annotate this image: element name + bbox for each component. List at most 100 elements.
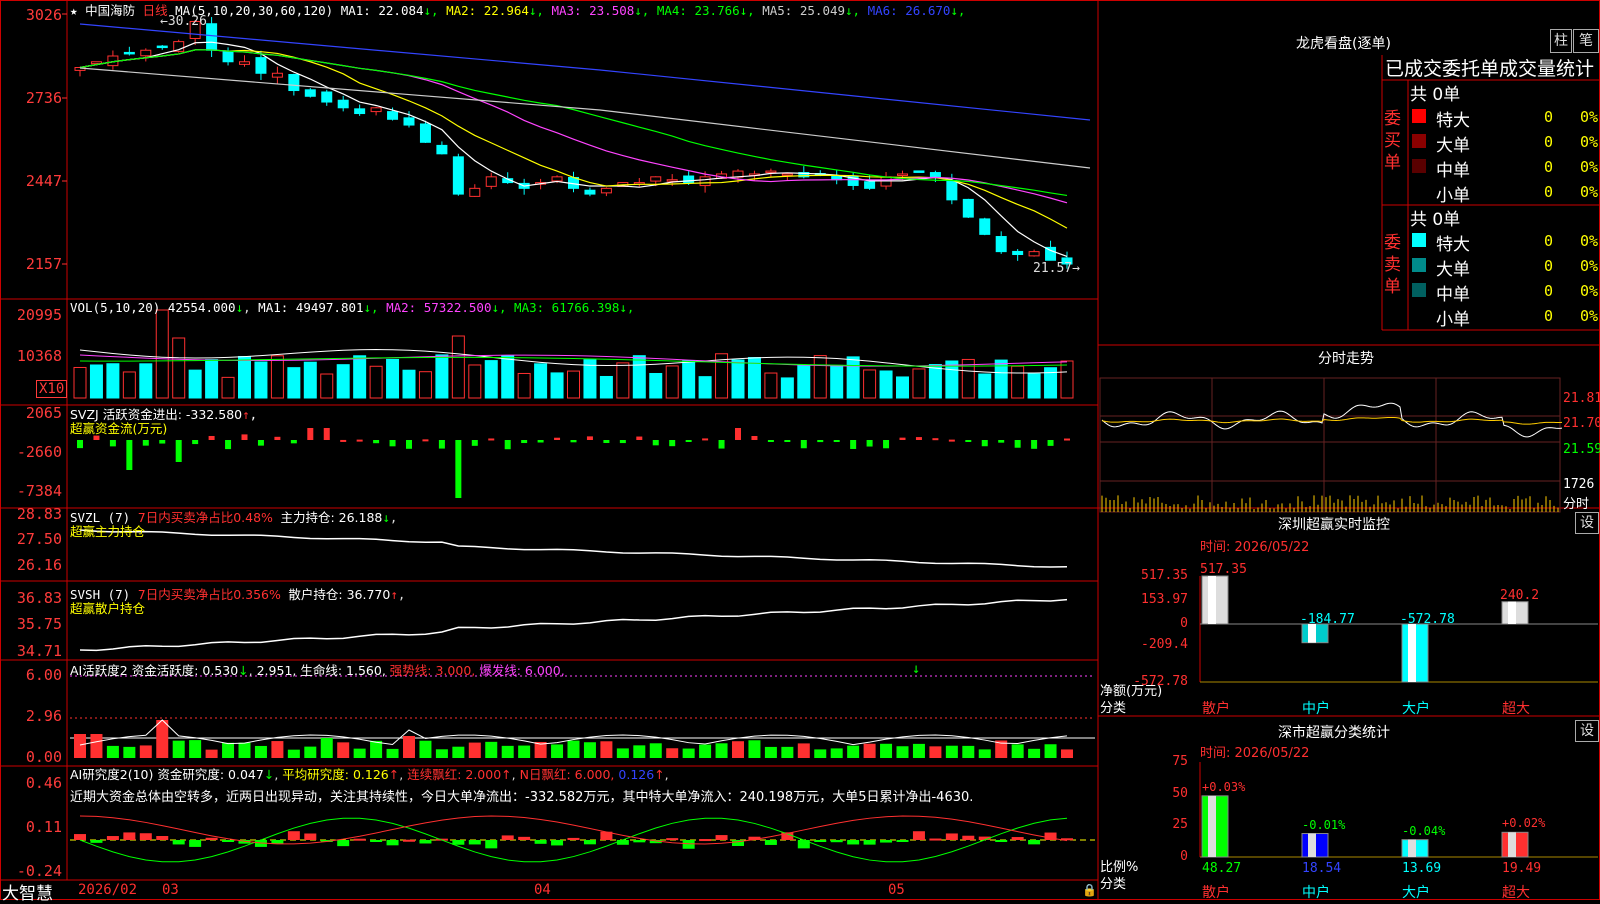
- y-tick: 28.83: [16, 505, 62, 523]
- ai2-name: AI研究度2(10): [70, 767, 154, 782]
- research-bar: [74, 834, 86, 840]
- y-tick: 0.00: [25, 748, 62, 766]
- volume-bar: [205, 359, 219, 399]
- order-count: 0: [1544, 307, 1554, 325]
- ai2-v2: 平均研究度: 0.126: [282, 767, 389, 782]
- volume-bar: [764, 372, 778, 399]
- fund-flow-bar: [619, 440, 626, 444]
- stock-name[interactable]: 中国海防: [85, 3, 135, 18]
- activity-bar: [435, 749, 448, 758]
- research-bar: [337, 840, 350, 847]
- research-bar: [370, 840, 383, 842]
- fund-flow-bar: [784, 440, 791, 442]
- candle-body: [946, 180, 958, 201]
- fund-flow-bar: [718, 440, 725, 449]
- main-holding-line: [79, 529, 1068, 568]
- tick-mode-button[interactable]: 笔: [1573, 29, 1599, 53]
- candle-body: [156, 45, 168, 49]
- activity-bar: [682, 748, 695, 758]
- fund-flow-bar: [603, 440, 610, 443]
- volume-bar: [221, 376, 235, 399]
- ai1-v5: 爆发线: 6.000,: [479, 663, 565, 678]
- classify-settings-button[interactable]: 设: [1575, 720, 1599, 742]
- volume-bar: [550, 372, 564, 399]
- volume-bar: [797, 365, 811, 399]
- activity-bar: [74, 734, 86, 758]
- candle-body: [485, 176, 497, 187]
- volume-bar: [780, 377, 794, 399]
- monitor-settings-button[interactable]: 设: [1575, 512, 1599, 534]
- activity-bar: [666, 748, 679, 758]
- volume-bar: [682, 360, 696, 399]
- volume-bar: [830, 364, 844, 399]
- ma-values: MA1: 22.084↓, MA2: 22.964↓, MA3: 23.508↓…: [340, 3, 966, 18]
- research-bar: [715, 835, 728, 840]
- y-tick: 6.00: [25, 666, 62, 684]
- research-bar: [139, 833, 152, 840]
- candle-body: [239, 61, 250, 65]
- activity-bar: [468, 742, 481, 758]
- candle-body: [288, 74, 300, 92]
- fund-flow-bar: [883, 440, 890, 449]
- research-bar: [156, 836, 169, 840]
- fund-flow-bar: [373, 440, 380, 444]
- fund-flow-bar: [488, 438, 495, 441]
- y-tick: 2.96: [25, 707, 62, 725]
- activity-bar: [1011, 744, 1024, 758]
- fund-flow-bar: [1031, 440, 1038, 449]
- fund-flow-bar: [1014, 440, 1021, 448]
- fund-flow-bar: [537, 440, 544, 443]
- volume-bar: [303, 361, 317, 399]
- fund-flow-bar: [767, 440, 774, 442]
- ma-value: MA1: 22.084: [340, 3, 424, 18]
- star-icon[interactable]: ★: [70, 3, 78, 18]
- candle-body: [650, 176, 662, 182]
- vol-legend: VOL(5,10,20): [70, 300, 161, 315]
- y-tick: -7384: [16, 482, 62, 500]
- fund-flow-bar: [981, 440, 988, 447]
- vol-header: VOL(5,10,20) 42554.000↓, MA1: 49497.801↓…: [70, 300, 635, 315]
- activity-bar: [271, 741, 284, 758]
- intraday-title: 分时走势: [1318, 351, 1374, 367]
- fund-flow-bar: [406, 440, 412, 449]
- activity-bar: [781, 746, 794, 758]
- volume-bar: [336, 364, 350, 399]
- intraday-price: 21.70: [1563, 416, 1600, 431]
- category-label: 超大: [1502, 885, 1530, 901]
- fund-flow-bar: [948, 439, 955, 442]
- dragon-title: 龙虎看盘(逐单): [1296, 36, 1391, 52]
- y-tick: 2065: [25, 404, 62, 422]
- candle-body: [90, 61, 102, 65]
- volume-bar: [353, 355, 367, 399]
- volume-bar: [172, 337, 186, 399]
- lock-icon[interactable]: 🔒: [1082, 883, 1097, 897]
- low-mark: 21.57→: [1033, 261, 1080, 276]
- activity-bar: [863, 743, 876, 758]
- activity-bar: [896, 746, 909, 758]
- activity-bar: [847, 745, 860, 758]
- classify-bar-highlight: [1408, 839, 1416, 857]
- fund-flow-bar: [126, 440, 133, 470]
- volume-bar: [188, 369, 202, 399]
- activity-bar: [386, 748, 399, 758]
- fund-flow-bar: [636, 436, 643, 440]
- svzl-desc: 7日内买卖净占比0.48%: [137, 510, 273, 525]
- volume-bar: [928, 364, 942, 399]
- activity-bar: [452, 746, 465, 758]
- candle-body: [354, 108, 366, 115]
- y-tick: 153.97: [1141, 592, 1188, 607]
- volume-bar: [89, 364, 103, 399]
- bar-mode-button[interactable]: 柱: [1550, 29, 1572, 53]
- activity-bar: [254, 745, 267, 758]
- vol-unit-button[interactable]: X10: [36, 380, 68, 398]
- fund-flow-bar: [702, 438, 709, 441]
- fund-flow-bar: [192, 440, 199, 445]
- volume-bar: [896, 376, 909, 399]
- research-bar: [583, 840, 596, 845]
- research-bar: [353, 838, 366, 841]
- buy-total: 共 0单: [1410, 85, 1461, 105]
- order-size-label: 大单: [1436, 136, 1470, 156]
- ma-line: [79, 67, 1091, 169]
- order-pct: 0%: [1580, 257, 1599, 275]
- fund-flow-bar: [751, 436, 758, 440]
